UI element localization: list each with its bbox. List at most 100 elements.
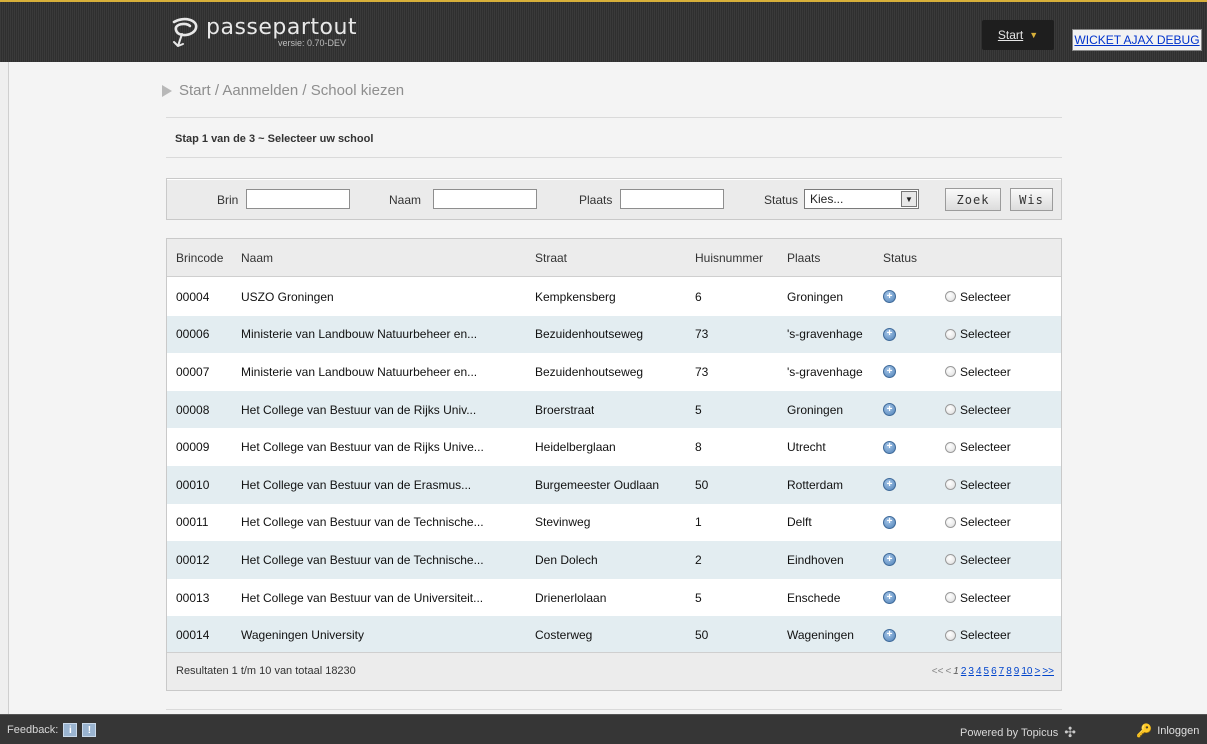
plus-circle-icon[interactable]: +: [883, 365, 896, 379]
column-header-plaats[interactable]: Plaats: [787, 239, 820, 276]
start-menu-label[interactable]: Start: [998, 28, 1023, 42]
table-row[interactable]: 00012 Het College van Bestuur van de Tech…: [167, 541, 1061, 579]
status-select[interactable]: Kies... ▼: [804, 189, 919, 209]
select-radio[interactable]: Selecteer: [945, 316, 1011, 354]
radio-icon[interactable]: [945, 291, 956, 303]
plus-circle-icon[interactable]: +: [883, 515, 896, 529]
cell-status: +: [883, 504, 896, 542]
breadcrumb-text: Start / Aanmelden / School kiezen: [179, 82, 405, 99]
feedback-area: Feedback: i !: [7, 723, 97, 737]
clear-button[interactable]: Wis: [1010, 188, 1053, 211]
table-row[interactable]: 00011 Het College van Bestuur van de Tech…: [167, 503, 1061, 542]
select-radio[interactable]: Selecteer: [945, 466, 1011, 504]
cell-straat: Bezuidenhoutseweg: [535, 327, 644, 342]
info-icon[interactable]: i: [63, 723, 78, 737]
divider: [166, 117, 1062, 118]
cell-brincode: 00014: [176, 628, 210, 643]
powered-by[interactable]: Powered by Topicus ✣: [960, 724, 1076, 741]
pager-page-link[interactable]: 3: [968, 666, 974, 677]
table-row[interactable]: 00013 Het College van Bestuur van de Univ…: [167, 578, 1061, 617]
cell-naam: Ministerie van Landbouw Natuurbeheer en.…: [241, 364, 478, 379]
top-bar: passepartout versie: 0.70-DEV Start ▼ WI…: [0, 0, 1207, 62]
brand-logo[interactable]: passepartout versie: 0.70-DEV: [168, 16, 357, 50]
pager-page-link[interactable]: 6: [991, 666, 997, 677]
column-header-brincode[interactable]: Brincode: [176, 239, 223, 276]
select-radio[interactable]: Selecteer: [945, 391, 1011, 429]
plus-circle-icon[interactable]: +: [883, 591, 896, 605]
column-header-straat[interactable]: Straat: [535, 239, 567, 276]
select-radio[interactable]: Selecteer: [945, 504, 1011, 542]
select-radio[interactable]: Selecteer: [945, 616, 1011, 654]
table-row[interactable]: 00007 Ministerie van Landbouw Natuurbehee…: [167, 353, 1061, 391]
wicket-ajax-debug-link[interactable]: WICKET AJAX DEBUG: [1072, 29, 1202, 51]
radio-icon[interactable]: [945, 516, 956, 528]
select-radio[interactable]: Selecteer: [945, 579, 1011, 617]
status-select-value: Kies...: [810, 192, 844, 206]
radio-icon[interactable]: [945, 592, 956, 604]
pager-next[interactable]: >: [1034, 666, 1040, 677]
passepartout-logo-icon: [172, 17, 198, 47]
cell-huisnummer: 5: [695, 402, 702, 417]
cell-huisnummer: 50: [695, 477, 709, 492]
alert-icon[interactable]: !: [82, 723, 97, 737]
radio-icon[interactable]: [945, 441, 956, 453]
radio-icon[interactable]: [945, 366, 956, 378]
cell-plaats: Wageningen: [787, 628, 854, 643]
radio-icon[interactable]: [945, 554, 956, 566]
pager-page-link[interactable]: 2: [961, 666, 967, 677]
login-link[interactable]: 🔑 Inloggen: [1136, 723, 1199, 739]
table-row[interactable]: 00014 Wageningen University Costerweg 50 Wag…: [167, 616, 1061, 654]
radio-icon[interactable]: [945, 404, 956, 416]
plus-circle-icon[interactable]: +: [883, 327, 896, 341]
pager-page-link[interactable]: 7: [999, 666, 1005, 677]
cell-huisnummer: 6: [695, 289, 702, 304]
radio-icon[interactable]: [945, 629, 956, 641]
cell-huisnummer: 73: [695, 327, 709, 342]
cell-status: +: [883, 466, 896, 504]
plus-circle-icon[interactable]: +: [883, 628, 896, 642]
select-radio[interactable]: Selecteer: [945, 353, 1011, 391]
plus-circle-icon[interactable]: +: [883, 290, 896, 304]
brand-name: passepartout: [206, 15, 358, 40]
table-row[interactable]: 00008 Het College van Bestuur van de Rijk…: [167, 390, 1061, 429]
pager-page-link[interactable]: 8: [1006, 666, 1012, 677]
table-row[interactable]: 00010 Het College van Bestuur van de Eras…: [167, 465, 1061, 504]
pager-page-link[interactable]: 10: [1021, 666, 1032, 677]
table-row[interactable]: 00006 Ministerie van Landbouw Natuurbehee…: [167, 315, 1061, 354]
start-menu[interactable]: Start ▼: [982, 20, 1054, 50]
cell-naam: USZO Groningen: [241, 289, 334, 304]
pager-page-link[interactable]: 9: [1014, 666, 1020, 677]
plus-circle-icon[interactable]: +: [883, 553, 896, 567]
plaats-input[interactable]: [620, 189, 724, 209]
breadcrumb-arrow-icon: [162, 84, 172, 97]
pager-last[interactable]: >>: [1042, 666, 1054, 677]
plus-circle-icon[interactable]: +: [883, 403, 896, 417]
table-row[interactable]: 00004 USZO Groningen Kempkensberg 6 Groninge…: [167, 278, 1061, 316]
naam-input[interactable]: [433, 189, 537, 209]
search-button[interactable]: Zoek: [945, 188, 1001, 211]
column-header-naam[interactable]: Naam: [241, 239, 511, 276]
cell-straat: Burgemeester Oudlaan: [535, 477, 660, 492]
login-label[interactable]: Inloggen: [1157, 725, 1199, 737]
cell-status: +: [883, 616, 896, 654]
table-row[interactable]: 00009 Het College van Bestuur van de Rijk…: [167, 428, 1061, 466]
cell-naam: Het College van Bestuur van de Technisch…: [241, 552, 484, 567]
radio-icon[interactable]: [945, 479, 956, 491]
brin-label: Brin: [217, 193, 239, 207]
brin-input[interactable]: [246, 189, 350, 209]
column-header-huisnummer[interactable]: Huisnummer: [695, 239, 763, 276]
column-header-status[interactable]: Status: [883, 239, 917, 276]
plus-circle-icon[interactable]: +: [883, 440, 896, 454]
plus-circle-icon[interactable]: +: [883, 478, 896, 492]
cell-brincode: 00009: [176, 440, 210, 455]
cell-naam: Het College van Bestuur van de Universit…: [241, 590, 484, 605]
pager-page-link[interactable]: 5: [984, 666, 990, 677]
select-radio[interactable]: Selecteer: [945, 541, 1011, 579]
chevron-down-icon[interactable]: ▼: [901, 191, 917, 207]
radio-icon[interactable]: [945, 328, 956, 340]
pager-page-link[interactable]: 4: [976, 666, 982, 677]
cell-huisnummer: 50: [695, 628, 709, 643]
select-radio[interactable]: Selecteer: [945, 278, 1011, 316]
select-radio[interactable]: Selecteer: [945, 428, 1011, 466]
cell-status: +: [883, 428, 896, 466]
